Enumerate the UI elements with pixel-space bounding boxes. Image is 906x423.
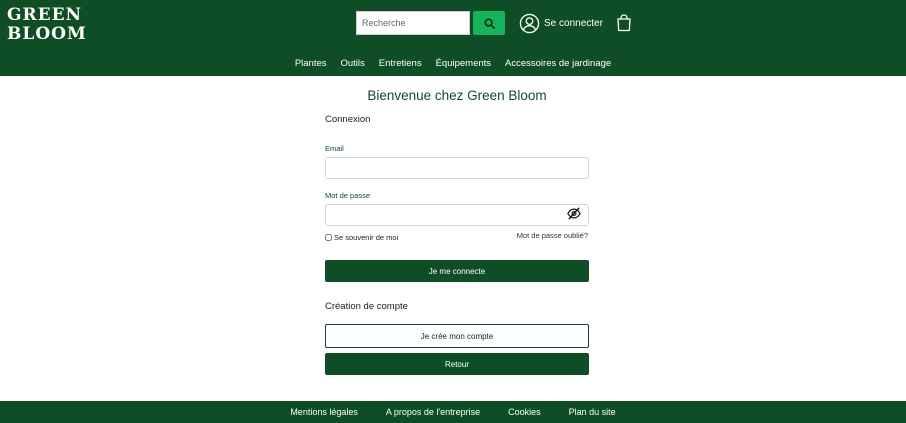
user-icon [519,13,540,33]
remember-me-label: Se souvenir de moi [334,233,399,242]
shopping-bag-icon[interactable] [616,14,632,32]
create-account-button[interactable]: Je crée mon compte [325,324,589,348]
nav-item-outils[interactable]: Outils [334,56,372,72]
login-section-title: Connexion [325,114,371,125]
login-label: Se connecter [544,17,603,29]
search-icon [483,17,495,29]
logo-line-1: GREEN [7,5,83,25]
signup-section-title: Création de compte [325,301,408,312]
page: GREEN BLOOM Se connecter Plantes Outils [0,0,906,423]
remember-me-checkbox[interactable] [325,234,332,241]
nav-item-equipements[interactable]: Équipements [429,56,498,72]
back-button[interactable]: Retour [325,353,589,375]
main-nav: Plantes Outils Entretiens Équipements Ac… [0,56,906,72]
footer-link-mentions-legales[interactable]: Mentions légales [276,407,372,417]
footer-link-cookies[interactable]: Cookies [494,407,555,417]
header: GREEN BLOOM Se connecter Plantes Outils [0,0,906,76]
footer: Mentions légales A propos de l'entrepris… [0,401,906,423]
login-link[interactable]: Se connecter [519,12,603,34]
nav-item-plantes[interactable]: Plantes [288,56,334,72]
search-button[interactable] [473,11,505,35]
logo[interactable]: GREEN BLOOM [7,6,87,44]
footer-link-plan-du-site[interactable]: Plan du site [555,407,630,417]
nav-item-accessoires[interactable]: Accessoires de jardinage [498,56,618,72]
search-input[interactable] [356,11,470,35]
email-field[interactable] [325,157,589,179]
forgot-password-link[interactable]: Mot de passe oublié? [480,231,588,240]
nav-item-entretiens[interactable]: Entretiens [372,56,429,72]
eye-off-icon[interactable] [567,207,581,220]
page-title: Bienvenue chez Green Bloom [367,88,547,103]
password-label: Mot de passe [325,191,371,200]
footer-link-a-propos[interactable]: A propos de l'entreprise [372,407,494,417]
password-field[interactable] [325,204,589,226]
email-label: Email [325,144,344,153]
login-button[interactable]: Je me connecte [325,260,589,282]
remember-me[interactable]: Se souvenir de moi [325,233,398,242]
logo-line-2: BLOOM [7,24,87,44]
